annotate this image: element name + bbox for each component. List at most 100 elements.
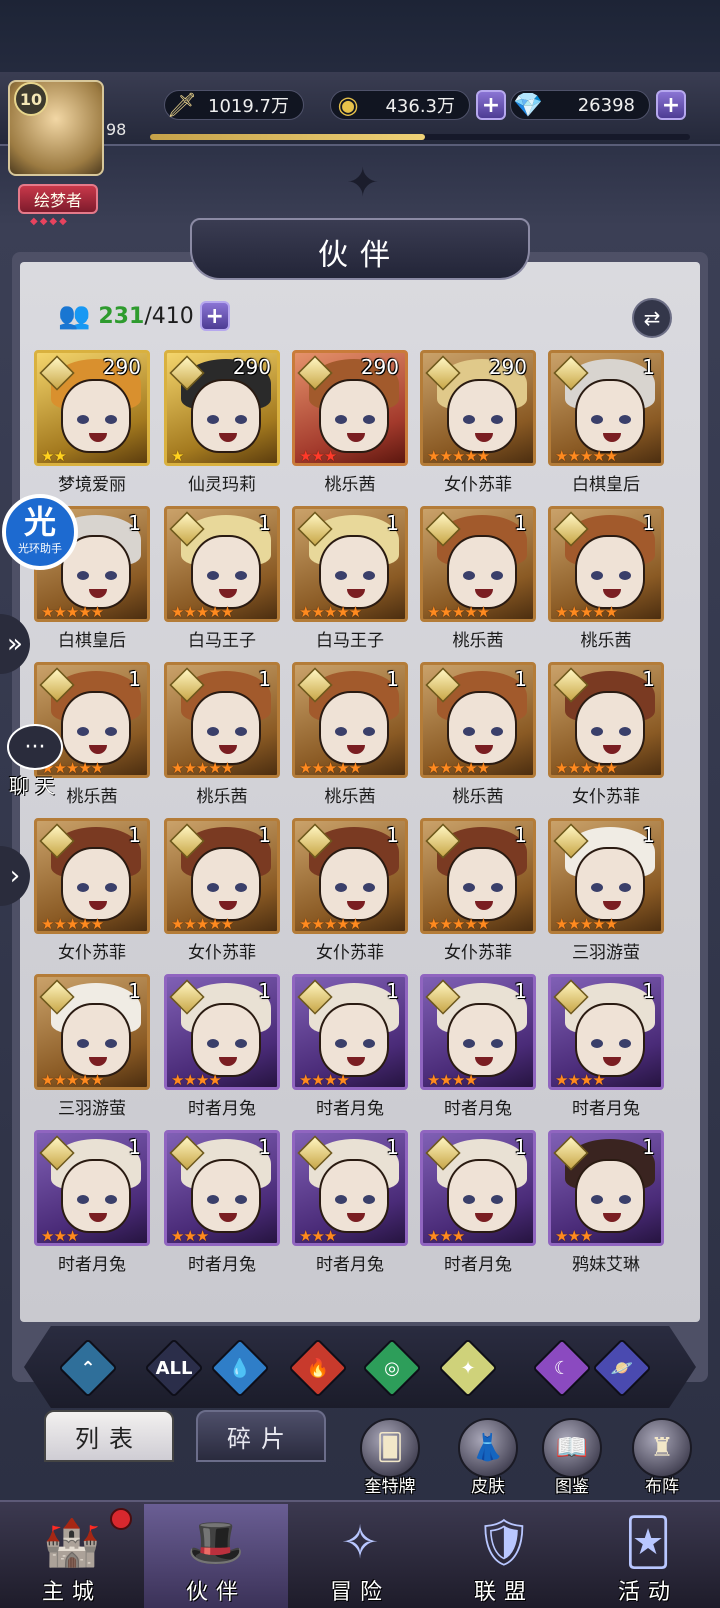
partner-level: 290 [102,355,141,379]
partner-stars: ★★★★★ [171,759,234,777]
partner-card[interactable]: 1 ★★★★★ 女仆苏菲 [34,818,150,966]
partner-face [191,1159,261,1233]
partner-card[interactable]: 1 ★★★ 时者月兔 [292,1130,408,1278]
partner-portrait: 1 ★★★★★ [548,506,664,622]
shortcut-button[interactable]: 🂠 奎特牌 [350,1418,430,1497]
experience-bar-fill [150,134,426,140]
partner-card[interactable]: 1 ★★★★★ 白马王子 [164,506,280,654]
diamond-display: 💎 26398 + [510,88,686,122]
partner-name: 时者月兔 [188,1099,256,1119]
partner-name: 时者月兔 [444,1099,512,1119]
partner-stars: ★★★★★ [299,759,362,777]
partner-portrait: 1 ★★★★★ [292,818,408,934]
partner-level: 1 [258,511,271,535]
filter-ancient-button[interactable]: ⌃ [58,1338,118,1398]
power-display: 🗡 1019.7万 [164,88,304,122]
partner-card[interactable]: 1 ★★★★★ 白棋皇后 [548,350,664,498]
chat-label: 聊天 [9,774,61,798]
partner-card[interactable]: 1 ★★★★★ 白马王子 [292,506,408,654]
partner-card[interactable]: 1 ★★★★ 时者月兔 [292,974,408,1122]
partner-card[interactable]: 1 ★★★★★ 桃乐茜 [420,506,536,654]
tab-list[interactable]: 列表 [44,1410,174,1462]
partner-stars: ★★★★★ [171,915,234,933]
partner-name: 女仆苏菲 [58,943,126,963]
nav-item[interactable]: 🃏 活动 [576,1504,720,1608]
filter-all-button[interactable]: ALL [144,1338,204,1398]
shortcut-button[interactable]: 📖 图鉴 [532,1418,612,1497]
partner-name: 时者月兔 [316,1255,384,1275]
partner-card[interactable]: 1 ★★★★★ 女仆苏菲 [420,818,536,966]
partner-name: 女仆苏菲 [444,943,512,963]
filter-cosmic-button[interactable]: 🪐 [592,1338,652,1398]
chat-button[interactable]: ··· 聊天 [4,724,66,799]
partner-card[interactable]: 290 ★★★ 桃乐茜 [292,350,408,498]
nav-item[interactable]: 🛡 联盟 [432,1504,576,1608]
shortcut-button[interactable]: 👗 皮肤 [448,1418,528,1497]
partner-card[interactable]: 1 ★★★★★ 桃乐茜 [164,662,280,810]
shortcut-icon: 👗 [458,1418,518,1478]
partner-level: 1 [514,511,527,535]
filter-fire-button[interactable]: 🔥 [288,1338,348,1398]
add-gold-button[interactable]: + [476,90,506,120]
nav-item[interactable]: 🎩 伙伴 [144,1504,288,1608]
partner-portrait: 1 ★★★★★ [292,662,408,778]
partner-stars: ★★★★ [555,1071,606,1089]
partner-card[interactable]: 1 ★★★ 时者月兔 [164,1130,280,1278]
filter-water-glyph: 💧 [228,1357,252,1379]
expand-capacity-button[interactable]: + [199,301,230,331]
partner-card[interactable]: 1 ★★★★★ 桃乐茜 [420,662,536,810]
partner-portrait: 1 ★★★★ [164,974,280,1090]
nav-item[interactable]: ✧ 冒险 [288,1504,432,1608]
partner-card[interactable]: 1 ★★★★ 时者月兔 [548,974,664,1122]
filter-light-button[interactable]: ✦ [438,1338,498,1398]
partner-level: 1 [514,979,527,1003]
partner-portrait: 290 ★★★ [292,350,408,466]
partner-card[interactable]: 1 ★★★★★ 桃乐茜 [292,662,408,810]
partner-level: 1 [128,1135,141,1159]
shortcut-button[interactable]: ♜ 布阵 [622,1418,702,1497]
halo-assistant-button[interactable]: 光 光环助手 [2,494,78,570]
partner-card[interactable]: 1 ★★★★ 时者月兔 [420,974,536,1122]
partner-stars: ★★★★★ [41,1071,104,1089]
partner-stars: ★★★★★ [41,603,104,621]
partner-card[interactable]: 1 ★★★★★ 女仆苏菲 [292,818,408,966]
partner-face [447,847,517,921]
partner-card[interactable]: 1 ★★★★★ 女仆苏菲 [164,818,280,966]
filter-water-button[interactable]: 💧 [210,1338,270,1398]
partner-face [575,379,645,453]
filter-dark-button[interactable]: ☾ [532,1338,592,1398]
partner-card[interactable]: 1 ★★★ 时者月兔 [34,1130,150,1278]
sort-toggle-button[interactable]: ⇄ [632,298,672,338]
partner-stars: ★★★★ [299,1071,350,1089]
partner-card[interactable]: 1 ★★★★ 时者月兔 [164,974,280,1122]
partner-level: 1 [128,667,141,691]
partner-face [319,1003,389,1077]
partner-card[interactable]: 290 ★ 仙灵玛莉 [164,350,280,498]
partner-portrait: 1 ★★★ [164,1130,280,1246]
partner-card[interactable]: 290 ★★★★★ 女仆苏菲 [420,350,536,498]
add-diamond-button[interactable]: + [656,90,686,120]
partner-card[interactable]: 1 ★★★★★ 三羽游萤 [548,818,664,966]
partner-face [575,691,645,765]
nav-icon: 🏰 [43,1514,101,1569]
tab-fragments[interactable]: 碎片 [196,1410,326,1462]
page-title: 伙伴 [318,238,402,273]
filter-ancient-glyph: ⌃ [80,1357,96,1379]
partner-card[interactable]: 1 ★★★★★ 女仆苏菲 [548,662,664,810]
shortcut-label: 奎特牌 [364,1477,416,1497]
nav-icon: 🛡 [474,1514,534,1569]
partner-stars: ★★★★★ [427,915,490,933]
shortcut-icon: 🂠 [360,1418,420,1478]
partner-level: 1 [386,667,399,691]
partner-card[interactable]: 1 ★★★★★ 三羽游萤 [34,974,150,1122]
partner-card[interactable]: 1 ★★★★★ 桃乐茜 [548,506,664,654]
partner-stars: ★★ [41,447,67,465]
shortcut-label: 布阵 [645,1477,679,1497]
partner-card[interactable]: 290 ★★ 梦境爱丽 [34,350,150,498]
partner-name: 三羽游萤 [58,1099,126,1119]
filter-wind-button[interactable]: ◎ [362,1338,422,1398]
partner-card[interactable]: 1 ★★★ 鸦妹艾琳 [548,1130,664,1278]
partner-card[interactable]: 1 ★★★ 时者月兔 [420,1130,536,1278]
player-title-badge[interactable]: 绘梦者 [18,184,98,214]
partner-stars: ★★★ [555,1227,593,1245]
